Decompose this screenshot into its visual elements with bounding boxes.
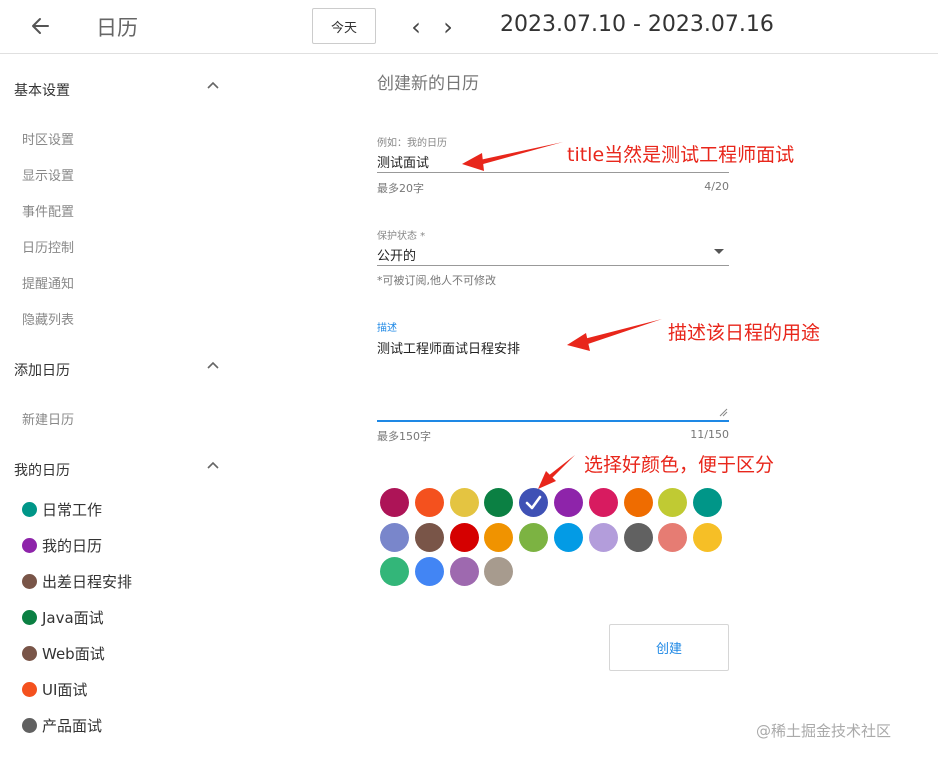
calendar-item[interactable]: 日常工作	[22, 499, 102, 519]
app-title: 日历	[96, 16, 138, 40]
sidebar-item-events[interactable]: 事件配置	[22, 201, 74, 220]
chevron-left-icon: ‹	[411, 13, 421, 41]
chevron-right-icon: ›	[443, 13, 453, 41]
calendar-color-dot	[22, 501, 37, 517]
chevron-up-icon[interactable]	[205, 79, 221, 91]
chevron-up-icon[interactable]	[205, 459, 221, 471]
desc-textarea-underline	[377, 420, 729, 422]
annotation-color-note: 选择好颜色，便于区分	[584, 454, 775, 476]
section-add-calendar[interactable]: 添加日历	[14, 360, 70, 380]
resize-handle-icon[interactable]	[718, 407, 728, 417]
color-swatch[interactable]	[623, 488, 653, 517]
title-input-underline	[377, 172, 729, 173]
calendar-label: Java面试	[42, 608, 104, 627]
check-icon	[525, 495, 542, 510]
color-swatch[interactable]	[484, 522, 514, 552]
protect-hint: *可被订阅,他人不可修改	[377, 274, 496, 287]
form-heading: 创建新的日历	[377, 74, 479, 94]
color-swatch[interactable]	[554, 488, 583, 517]
calendar-item[interactable]: 出差日程安排	[22, 571, 132, 591]
title-input[interactable]: 测试面试	[377, 152, 429, 171]
calendar-color-dot	[22, 645, 37, 661]
calendar-label: Web面试	[42, 644, 105, 663]
desc-counter: 11/150	[690, 428, 729, 441]
watermark: @稀土掘金技术社区	[756, 722, 892, 740]
sidebar-item-calendar-control[interactable]: 日历控制	[22, 237, 74, 256]
color-swatch[interactable]	[554, 522, 583, 552]
annotation-arrow-desc	[567, 319, 662, 351]
today-button[interactable]: 今天	[312, 8, 376, 44]
calendar-label: 我的日历	[42, 536, 103, 555]
annotation-arrow-color	[538, 455, 575, 489]
calendar-item[interactable]: 产品面试	[22, 715, 102, 735]
calendar-label: 日常工作	[42, 500, 103, 519]
color-swatch[interactable]	[588, 488, 618, 517]
color-swatch[interactable]	[380, 488, 409, 517]
create-button[interactable]: 创建	[609, 624, 729, 671]
color-swatch[interactable]	[693, 522, 723, 552]
color-swatch[interactable]	[484, 557, 514, 586]
calendar-item[interactable]: UI面试	[22, 679, 87, 699]
calendar-item[interactable]: Web面试	[22, 643, 105, 663]
back-button[interactable]	[28, 10, 56, 42]
sidebar: 基本设置 时区设置 显示设置 事件配置 日历控制 提醒通知 隐藏列表 添加日历 …	[0, 55, 240, 762]
calendar-color-dot	[22, 717, 37, 733]
calendar-label: UI面试	[42, 680, 88, 699]
title-field-label: 例如：我的日历	[377, 138, 447, 149]
color-swatch-selected[interactable]	[519, 488, 549, 517]
color-swatch[interactable]	[449, 522, 479, 552]
color-swatch[interactable]	[414, 522, 444, 552]
section-basic-settings[interactable]: 基本设置	[14, 80, 70, 100]
calendar-color-dot	[22, 681, 37, 697]
color-swatch[interactable]	[484, 488, 514, 517]
chevron-up-icon[interactable]	[205, 359, 221, 371]
color-swatch[interactable]	[658, 488, 688, 517]
desc-field-label: 描述	[377, 323, 397, 334]
annotation-title-note: title当然是测试工程师面试	[567, 144, 795, 166]
top-header: 日历 今天 ‹ › 2023.07.10 - 2023.07.16	[0, 0, 938, 54]
calendar-color-dot	[22, 609, 37, 625]
protect-field-label: 保护状态 *	[377, 231, 426, 242]
desc-hint: 最多150字	[377, 430, 431, 443]
color-swatch[interactable]	[414, 488, 444, 517]
title-counter: 4/20	[704, 180, 729, 193]
calendar-color-dot	[22, 537, 37, 553]
color-swatch[interactable]	[519, 522, 549, 552]
sidebar-item-new-calendar[interactable]: 新建日历	[22, 409, 74, 428]
calendar-label: 出差日程安排	[42, 572, 133, 591]
color-swatch[interactable]	[693, 488, 723, 517]
calendar-item[interactable]: 我的日历	[22, 535, 102, 555]
protect-select[interactable]: 公开的	[377, 245, 416, 264]
dropdown-caret-icon[interactable]	[714, 249, 724, 254]
next-week-button[interactable]: ›	[438, 13, 458, 41]
color-swatch[interactable]	[380, 557, 409, 586]
arrow-left-icon	[32, 18, 49, 34]
calendar-label: 产品面试	[42, 716, 103, 735]
sidebar-item-hidden-list[interactable]: 隐藏列表	[22, 309, 74, 328]
desc-textarea[interactable]: 测试工程师面试日程安排	[377, 338, 520, 357]
protect-select-underline	[377, 265, 729, 266]
color-swatch[interactable]	[588, 522, 618, 552]
title-hint: 最多20字	[377, 182, 424, 195]
sidebar-item-notifications[interactable]: 提醒通知	[22, 273, 74, 292]
color-swatch[interactable]	[658, 522, 688, 552]
color-swatch[interactable]	[449, 488, 479, 517]
prev-week-button[interactable]: ‹	[406, 13, 426, 41]
annotation-desc-note: 描述该日程的用途	[668, 322, 821, 344]
annotation-arrow-title	[462, 142, 563, 171]
section-my-calendars[interactable]: 我的日历	[14, 460, 70, 480]
color-swatch[interactable]	[380, 522, 409, 552]
color-swatch[interactable]	[449, 557, 479, 586]
sidebar-item-display[interactable]: 显示设置	[22, 165, 74, 184]
calendar-color-dot	[22, 573, 37, 589]
color-swatch[interactable]	[623, 522, 653, 552]
sidebar-item-timezone[interactable]: 时区设置	[22, 129, 74, 148]
calendar-item[interactable]: Java面试	[22, 607, 104, 627]
color-swatch[interactable]	[414, 557, 444, 586]
date-range: 2023.07.10 - 2023.07.16	[500, 12, 774, 37]
